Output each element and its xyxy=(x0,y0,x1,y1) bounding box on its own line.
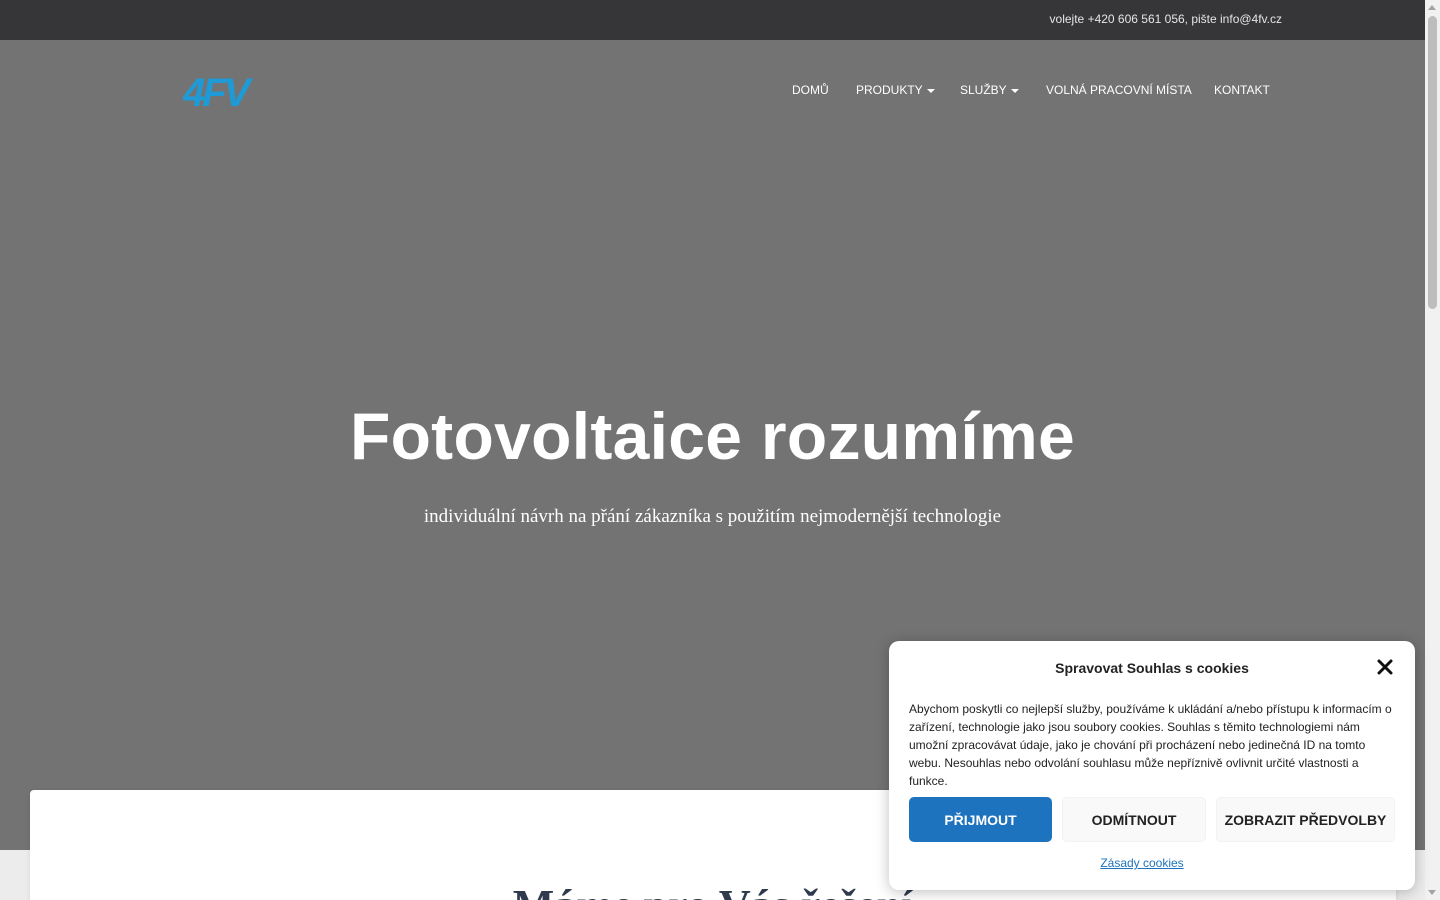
preferences-button[interactable]: ZOBRAZIT PŘEDVOLBY xyxy=(1216,797,1395,842)
close-icon[interactable] xyxy=(1376,658,1394,676)
nav-item-jobs[interactable]: VOLNÁ PRACOVNÍ MÍSTA xyxy=(1046,83,1192,97)
top-bar: volejte +420 606 561 056, pište info@4fv… xyxy=(0,0,1425,40)
chevron-down-icon xyxy=(1010,88,1019,93)
nav-item-label: SLUŽBY xyxy=(960,83,1007,97)
main-navigation: DOMŮ PRODUKTY SLUŽBY VOLNÁ PRACOVNÍ MÍST… xyxy=(0,83,1425,99)
nav-item-label: KONTAKT xyxy=(1214,83,1270,97)
nav-item-label: VOLNÁ PRACOVNÍ MÍSTA xyxy=(1046,83,1192,97)
cookie-dialog-title: Spravovat Souhlas s cookies xyxy=(1055,660,1249,676)
nav-item-products[interactable]: PRODUKTY xyxy=(856,83,935,97)
nav-item-services[interactable]: SLUŽBY xyxy=(960,83,1019,97)
scroll-down-icon[interactable] xyxy=(1428,890,1436,895)
deny-button[interactable]: ODMÍTNOUT xyxy=(1062,797,1206,842)
page-scrollbar[interactable] xyxy=(1425,0,1440,900)
scrollbar-thumb[interactable] xyxy=(1428,16,1437,309)
nav-item-home[interactable]: DOMŮ xyxy=(792,83,829,97)
nav-item-label: PRODUKTY xyxy=(856,83,923,97)
scroll-up-icon[interactable] xyxy=(1428,5,1436,10)
cookie-consent-dialog: Spravovat Souhlas s cookies Abychom posk… xyxy=(889,641,1415,890)
cookie-dialog-text: Abychom poskytli co nejlepší služby, pou… xyxy=(909,702,1392,788)
nav-item-label: DOMŮ xyxy=(792,83,829,97)
chevron-down-icon xyxy=(926,88,935,93)
hero-title: Fotovoltaice rozumíme xyxy=(349,399,1076,473)
accept-button[interactable]: PŘIJMOUT xyxy=(909,797,1052,842)
top-contact-info: volejte +420 606 561 056, pište info@4fv… xyxy=(1049,12,1282,26)
hero-subtitle: individuální návrh na přání zákazníka s … xyxy=(423,506,1002,527)
nav-item-contact[interactable]: KONTAKT xyxy=(1214,83,1270,97)
cookie-policy-link[interactable]: Zásady cookies xyxy=(889,856,1395,870)
